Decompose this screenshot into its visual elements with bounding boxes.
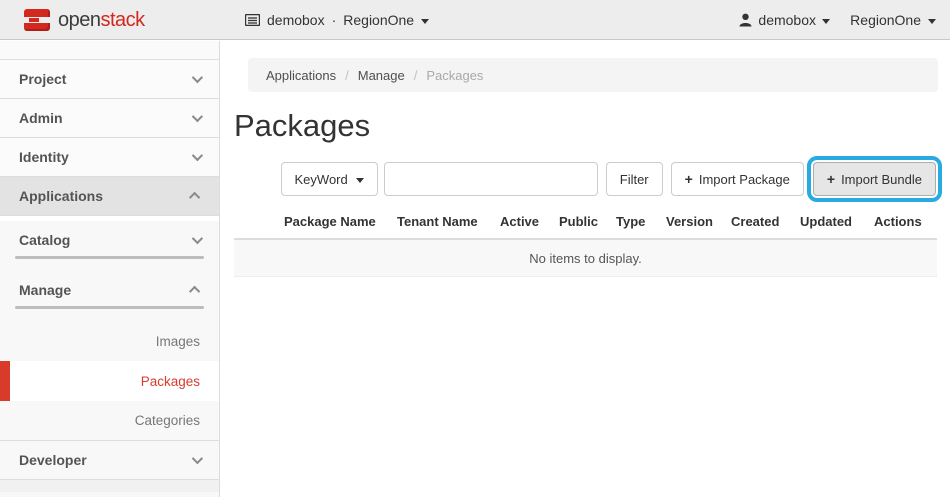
filter-button-label: Filter xyxy=(620,172,649,187)
sidebar-group-catalog: Catalog xyxy=(0,221,219,259)
column-header-public: Public xyxy=(559,214,616,229)
chevron-down-icon xyxy=(192,453,203,464)
sidebar: Project Admin Identity Applications Cata… xyxy=(0,41,220,497)
keyword-dropdown[interactable]: KeyWord xyxy=(281,162,378,196)
plus-icon: + xyxy=(827,171,835,187)
sidebar-item-label: Project xyxy=(19,71,66,87)
column-header-type: Type xyxy=(616,214,666,229)
sidebar-item-manage[interactable]: Manage xyxy=(0,273,219,306)
sidebar-item-label: Developer xyxy=(19,452,87,468)
chevron-up-icon xyxy=(189,285,200,296)
table-controls: KeyWord Filter + Import Package + Import… xyxy=(221,162,942,196)
breadcrumb-separator: / xyxy=(345,68,349,83)
column-header-updated: Updated xyxy=(800,214,874,229)
import-bundle-button[interactable]: + Import Bundle xyxy=(813,162,936,196)
search-input[interactable] xyxy=(384,162,598,196)
active-item-indicator xyxy=(0,361,10,401)
sidebar-item-identity[interactable]: Identity xyxy=(0,138,219,177)
table-empty-row: No items to display. xyxy=(234,240,937,277)
column-header-actions: Actions xyxy=(874,214,934,229)
sidebar-item-label: Identity xyxy=(19,149,69,165)
brand-text: openstack xyxy=(58,9,145,32)
sidebar-group-manage: Manage xyxy=(0,271,219,309)
chevron-down-icon xyxy=(192,232,203,243)
keyword-dropdown-label: KeyWord xyxy=(295,172,348,187)
section-divider xyxy=(15,256,204,259)
column-header-tenant-name: Tenant Name xyxy=(397,214,500,229)
sidebar-item-images[interactable]: Images xyxy=(0,321,219,361)
import-bundle-label: Import Bundle xyxy=(841,172,922,187)
breadcrumb-manage[interactable]: Manage xyxy=(358,68,405,83)
column-header-package-name: Package Name xyxy=(284,214,397,229)
breadcrumb: Applications / Manage / Packages xyxy=(248,58,938,92)
column-header-created: Created xyxy=(731,214,800,229)
chevron-up-icon xyxy=(189,192,200,203)
brand-open: open xyxy=(58,9,101,31)
user-menu[interactable]: demobox xyxy=(739,0,830,40)
sidebar-item-label: Applications xyxy=(19,188,103,204)
sidebar-item-developer[interactable]: Developer xyxy=(0,441,219,480)
column-header-active: Active xyxy=(500,214,559,229)
main-content: Applications / Manage / Packages Package… xyxy=(221,41,950,497)
breadcrumb-packages: Packages xyxy=(426,68,483,83)
column-header-version: Version xyxy=(666,214,731,229)
brand-stack: stack xyxy=(101,9,145,31)
breadcrumb-applications[interactable]: Applications xyxy=(266,68,336,83)
table-header-row: Package Name Tenant Name Active Public T… xyxy=(234,214,937,240)
sidebar-item-applications[interactable]: Applications xyxy=(0,177,219,216)
sidebar-item-label: Packages xyxy=(141,374,200,389)
filter-button[interactable]: Filter xyxy=(606,162,663,196)
user-menu-label: demobox xyxy=(758,12,816,28)
region-menu-label: RegionOne xyxy=(850,12,921,28)
project-region-switcher[interactable]: demobox · RegionOne xyxy=(245,0,429,40)
caret-down-icon xyxy=(928,19,936,24)
topbar: openstack demobox · RegionOne demobox Re… xyxy=(0,0,950,40)
sidebar-bottom-strip xyxy=(0,480,219,492)
region-menu[interactable]: RegionOne xyxy=(850,0,936,40)
sidebar-top-sliver xyxy=(0,41,219,60)
sidebar-item-label: Catalog xyxy=(19,232,70,248)
switcher-separator: · xyxy=(332,12,337,28)
sidebar-item-catalog[interactable]: Catalog xyxy=(0,223,219,256)
openstack-logo[interactable]: openstack xyxy=(24,0,145,40)
sidebar-item-categories[interactable]: Categories xyxy=(0,401,219,441)
import-package-label: Import Package xyxy=(699,172,790,187)
page-title: Packages xyxy=(234,108,950,144)
chevron-down-icon xyxy=(192,111,203,122)
user-icon xyxy=(739,13,752,27)
caret-down-icon xyxy=(421,19,429,24)
sidebar-item-label: Images xyxy=(156,334,200,349)
sidebar-item-admin[interactable]: Admin xyxy=(0,99,219,138)
caret-down-icon xyxy=(356,178,364,183)
sidebar-item-label: Admin xyxy=(19,110,63,126)
switcher-region-label: RegionOne xyxy=(343,12,414,28)
plus-icon: + xyxy=(685,171,693,187)
caret-down-icon xyxy=(822,19,830,24)
sidebar-item-packages[interactable]: Packages xyxy=(0,361,219,401)
project-list-icon xyxy=(245,14,260,26)
openstack-logo-icon xyxy=(24,9,50,31)
sidebar-item-label: Manage xyxy=(19,282,71,298)
empty-message: No items to display. xyxy=(529,251,641,266)
chevron-down-icon xyxy=(192,72,203,83)
breadcrumb-separator: / xyxy=(414,68,418,83)
sidebar-item-label: Categories xyxy=(135,413,200,428)
switcher-project-label: demobox xyxy=(267,12,325,28)
chevron-down-icon xyxy=(192,150,203,161)
import-package-button[interactable]: + Import Package xyxy=(671,162,804,196)
section-divider xyxy=(15,306,204,309)
sidebar-item-project[interactable]: Project xyxy=(0,60,219,99)
